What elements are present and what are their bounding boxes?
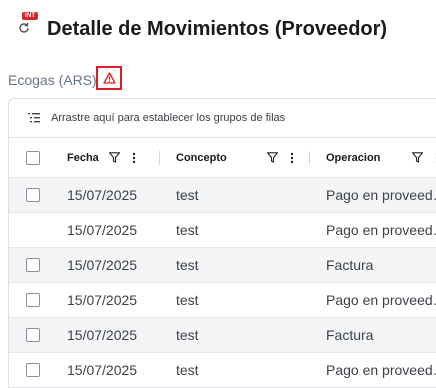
column-header-fecha[interactable]: Fecha (67, 152, 136, 164)
group-panel-hint: Arrastre aquí para establecer los grupos… (51, 112, 286, 124)
cell-concepto: test (176, 222, 199, 238)
environment-badge: INT (22, 12, 39, 20)
column-menu-icon[interactable] (132, 152, 136, 164)
row-checkbox[interactable] (26, 363, 40, 377)
table-row[interactable]: 15/07/2025 test Pago en proveed… (9, 283, 436, 318)
cell-fecha: 15/07/2025 (67, 362, 138, 378)
filter-icon[interactable] (266, 152, 278, 163)
cell-operacion: Pago en proveed… (326, 362, 436, 378)
column-menu-icon[interactable] (290, 152, 294, 164)
column-header-concepto[interactable]: Concepto (176, 152, 294, 164)
provider-subtitle: Ecogas (ARS) (8, 72, 97, 88)
filter-icon[interactable] (412, 152, 424, 163)
filter-icon[interactable] (108, 152, 120, 163)
row-group-panel[interactable]: Arrastre aquí para establecer los grupos… (9, 99, 436, 138)
group-rows-icon (28, 113, 40, 123)
cell-concepto: test (176, 362, 199, 378)
cell-operacion: Factura (326, 327, 374, 343)
cell-operacion: Factura (326, 257, 374, 273)
row-checkbox[interactable] (26, 188, 40, 202)
table-row[interactable]: 15/07/2025 test Pago en proveed… (9, 353, 436, 387)
cell-operacion: Pago en proveed… (326, 187, 436, 203)
cell-concepto: test (176, 187, 199, 203)
table-row[interactable]: 15/07/2025 test Factura (9, 318, 436, 353)
page-title: Detalle de Movimientos (Proveedor) (47, 18, 388, 40)
cell-fecha: 15/07/2025 (67, 222, 138, 238)
select-all-checkbox[interactable] (26, 150, 40, 165)
refresh-icon[interactable] (17, 21, 31, 35)
row-checkbox[interactable] (26, 293, 40, 307)
column-label: Operacion (326, 151, 381, 164)
cell-operacion: Pago en proveed… (326, 222, 436, 238)
movements-grid: Arrastre aquí para establecer los grupos… (8, 98, 436, 388)
column-label: Concepto (176, 151, 227, 164)
grid-header: Fecha Concepto Operacion (9, 138, 436, 178)
table-row[interactable]: 15/07/2025 test Pago en proveed… (9, 178, 436, 213)
cell-concepto: test (176, 257, 199, 273)
cell-concepto: test (176, 327, 199, 343)
row-checkbox[interactable] (26, 328, 40, 342)
cell-operacion: Pago en proveed… (326, 292, 436, 308)
column-header-operacion[interactable]: Operacion (326, 152, 436, 164)
column-label: Fecha (67, 151, 99, 164)
cell-fecha: 15/07/2025 (67, 187, 138, 203)
cell-fecha: 15/07/2025 (67, 257, 138, 273)
column-separator[interactable] (309, 150, 310, 165)
table-row[interactable]: 15/07/2025 test Pago en proveed… (9, 213, 436, 248)
cell-concepto: test (176, 292, 199, 308)
table-row[interactable]: 15/07/2025 test Factura (9, 248, 436, 283)
warning-button[interactable] (96, 66, 122, 90)
warning-icon (102, 72, 116, 84)
cell-fecha: 15/07/2025 (67, 327, 138, 343)
column-separator[interactable] (159, 150, 160, 165)
row-checkbox[interactable] (26, 258, 40, 272)
cell-fecha: 15/07/2025 (67, 292, 138, 308)
